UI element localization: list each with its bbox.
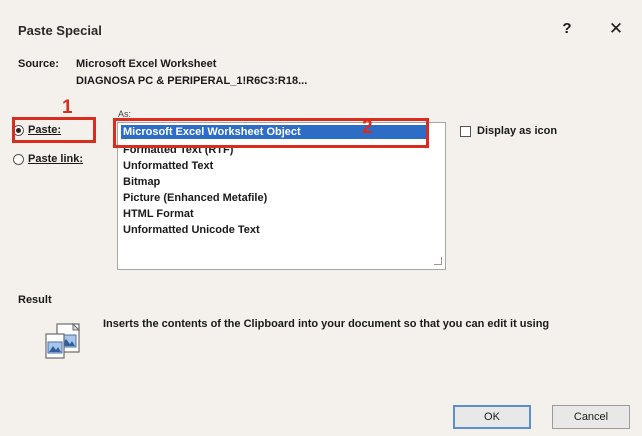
callout-number-2: 2	[362, 117, 373, 138]
list-item[interactable]: Picture (Enhanced Metafile)	[121, 191, 429, 205]
paste-radio-label: Paste:	[28, 124, 62, 136]
paste-special-dialog: Paste Special ? ✕ Source: Microsoft Exce…	[0, 0, 642, 436]
ok-button[interactable]: OK	[453, 405, 531, 429]
close-button[interactable]: ✕	[605, 18, 627, 40]
callout-number-1: 1	[62, 97, 73, 118]
help-button[interactable]: ?	[557, 18, 577, 40]
cancel-button[interactable]: Cancel	[552, 405, 630, 429]
display-as-icon-checkbox[interactable]: Display as icon	[460, 125, 557, 137]
result-description: Inserts the contents of the Clipboard in…	[103, 318, 550, 330]
as-label: As:	[118, 109, 132, 119]
radio-unchecked-icon	[13, 153, 24, 165]
result-label: Result	[18, 294, 52, 306]
paste-link-radio[interactable]: Paste link:	[13, 150, 83, 168]
list-item[interactable]: Unformatted Unicode Text	[121, 223, 429, 237]
list-item[interactable]: Unformatted Text	[121, 159, 429, 173]
dialog-title: Paste Special	[18, 23, 102, 38]
list-item[interactable]: Formatted Text (RTF)	[121, 143, 429, 157]
source-app: Microsoft Excel Worksheet	[76, 58, 217, 70]
source-label: Source:	[18, 58, 59, 70]
paste-link-radio-label: Paste link:	[28, 153, 84, 165]
source-range: DIAGNOSA PC & PERIPERAL_1!R6C3:R18...	[76, 75, 308, 87]
list-item[interactable]: Microsoft Excel Worksheet Object	[121, 125, 429, 139]
list-item[interactable]: HTML Format	[121, 207, 429, 221]
list-item[interactable]: Bitmap	[121, 175, 429, 189]
checkbox-icon	[460, 125, 471, 137]
radio-checked-icon	[13, 124, 24, 136]
paste-result-icon	[45, 322, 81, 359]
resize-grip-icon	[434, 257, 442, 265]
display-as-icon-label: Display as icon	[477, 125, 558, 137]
paste-as-listbox[interactable]: Microsoft Excel Worksheet Object Formatt…	[117, 122, 446, 270]
paste-radio[interactable]: Paste:	[13, 121, 61, 139]
